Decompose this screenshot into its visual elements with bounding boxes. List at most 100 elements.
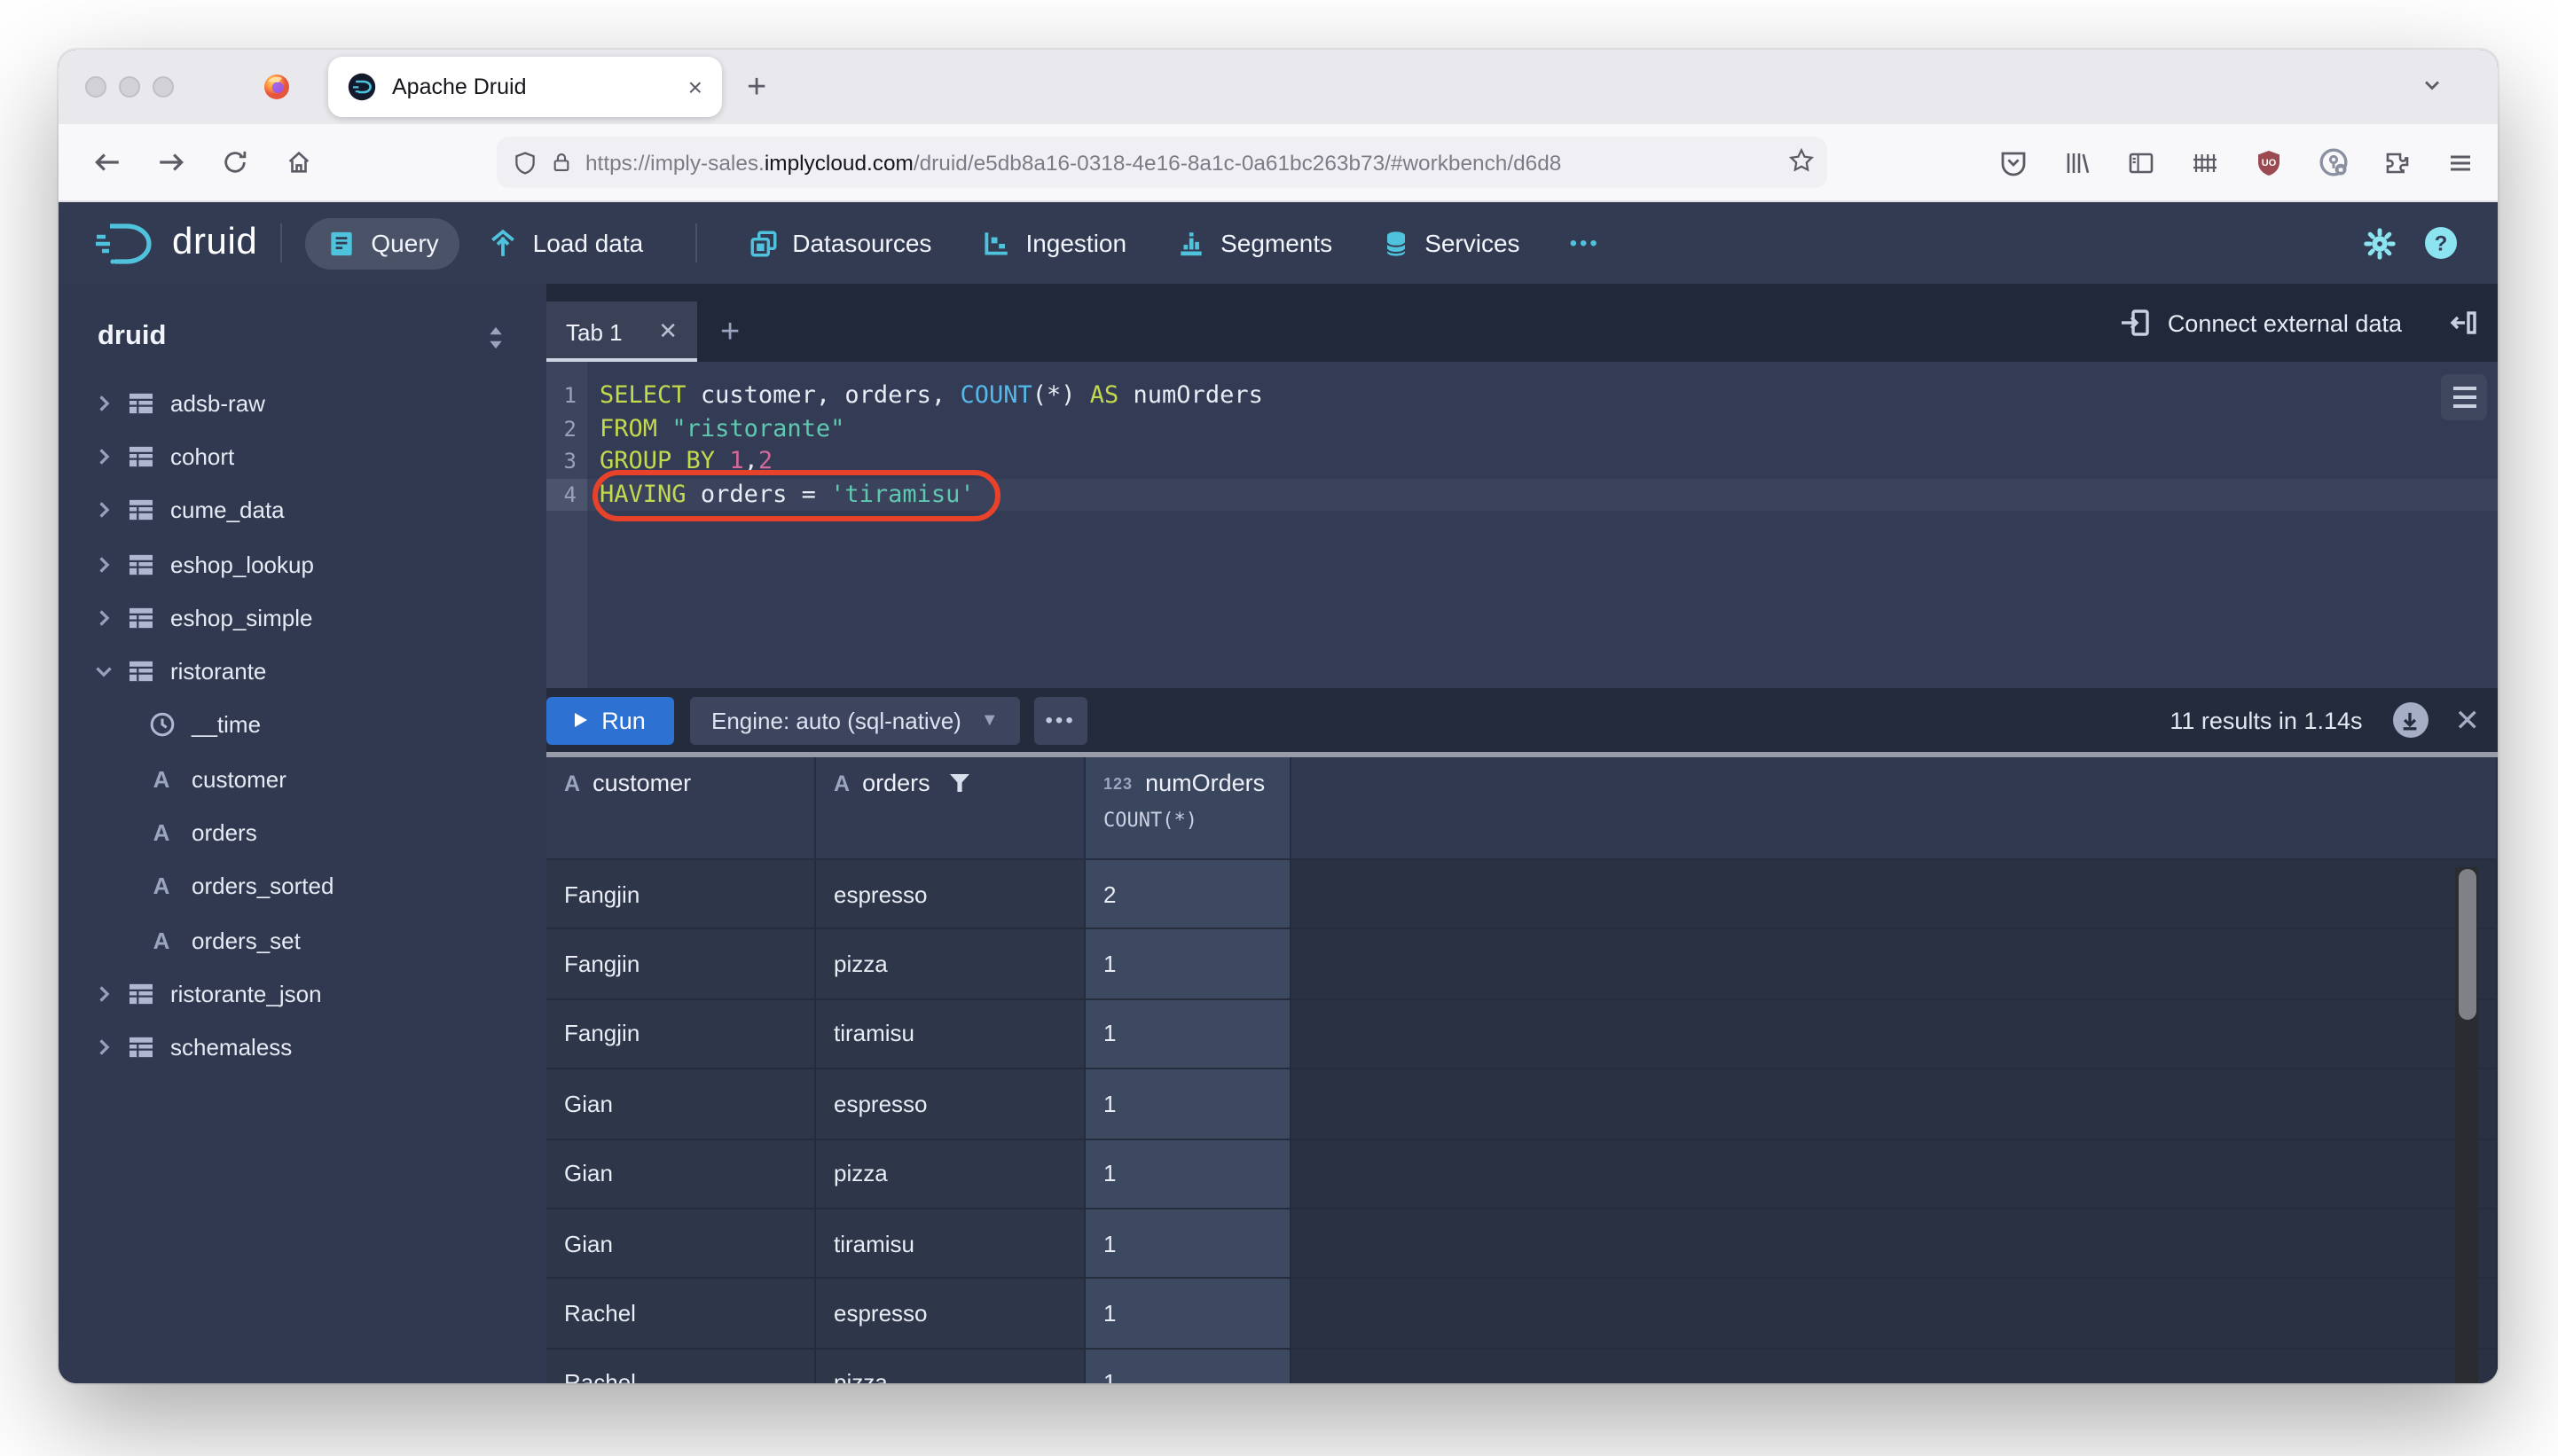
sidebar-item-ristorante_json[interactable]: ristorante_json bbox=[59, 967, 546, 1022]
cell-numOrders[interactable]: 1 bbox=[1086, 1349, 1291, 1383]
firefox-icon[interactable] bbox=[263, 73, 291, 101]
vertical-scrollbar[interactable] bbox=[2455, 867, 2478, 1383]
filter-icon[interactable] bbox=[950, 773, 971, 793]
new-browser-tab-button[interactable]: + bbox=[747, 70, 766, 104]
chevron-right-icon[interactable] bbox=[94, 554, 119, 574]
nav-item-datasources[interactable]: Datasources bbox=[726, 217, 953, 269]
sql-editor[interactable]: 1234 SELECT customer, orders, COUNT(*) A… bbox=[546, 362, 2498, 688]
sidebar-item-orders[interactable]: Aorders bbox=[59, 806, 546, 860]
ublock-icon[interactable]: UO bbox=[2242, 136, 2295, 189]
add-query-tab-button[interactable]: + bbox=[720, 316, 740, 349]
sidebar-item-adsb-raw[interactable]: adsb-raw bbox=[59, 376, 546, 430]
sidebar-item-customer[interactable]: Acustomer bbox=[59, 752, 546, 806]
column-header-orders[interactable]: Aorders bbox=[816, 757, 1086, 860]
sql-line-3[interactable]: GROUP BY 1,2 bbox=[587, 445, 2498, 478]
chevron-right-icon[interactable] bbox=[94, 393, 119, 412]
run-button[interactable]: Run bbox=[546, 696, 674, 744]
cell-numOrders[interactable]: 2 bbox=[1086, 860, 1291, 930]
cell-customer[interactable]: Gian bbox=[546, 1209, 816, 1280]
cell-orders[interactable]: pizza bbox=[816, 1139, 1086, 1209]
druid-logo-icon[interactable] bbox=[94, 219, 158, 267]
column-header-customer[interactable]: Acustomer bbox=[546, 757, 816, 860]
shield-permissions-icon[interactable] bbox=[513, 150, 537, 175]
library-icon[interactable] bbox=[2051, 136, 2104, 189]
chevron-right-icon[interactable] bbox=[94, 984, 119, 1004]
cell-orders[interactable]: tiramisu bbox=[816, 1209, 1086, 1280]
nav-item-ingestion[interactable]: Ingestion bbox=[960, 217, 1148, 269]
nav-item-load-data[interactable]: Load data bbox=[467, 217, 665, 269]
column-header-numOrders[interactable]: 123numOrdersCOUNT(*) bbox=[1086, 757, 1291, 860]
close-window-button[interactable] bbox=[85, 76, 106, 98]
bookmark-star-icon[interactable] bbox=[1788, 147, 1815, 174]
zoom-window-button[interactable] bbox=[153, 76, 174, 98]
cell-customer[interactable]: Gian bbox=[546, 1139, 816, 1209]
cell-customer[interactable]: Fangjin bbox=[546, 860, 816, 930]
sidebar-item-eshop_lookup[interactable]: eshop_lookup bbox=[59, 537, 546, 591]
cell-numOrders[interactable]: 1 bbox=[1086, 1280, 1291, 1350]
editor-code[interactable]: SELECT customer, orders, COUNT(*) AS num… bbox=[587, 362, 2498, 688]
chevron-down-icon[interactable] bbox=[94, 661, 119, 681]
home-icon[interactable] bbox=[271, 136, 325, 189]
menu-icon[interactable] bbox=[2434, 136, 2487, 189]
pocket-icon[interactable] bbox=[1987, 136, 2040, 189]
cell-numOrders[interactable]: 1 bbox=[1086, 1209, 1291, 1280]
engine-select[interactable]: Engine: auto (sql-native) ▼ bbox=[690, 696, 1020, 744]
query-more-button[interactable]: ••• bbox=[1034, 696, 1087, 744]
extensions-icon[interactable] bbox=[2370, 136, 2423, 189]
sidebar-item-ristorante[interactable]: ristorante bbox=[59, 645, 546, 699]
nav-item-query[interactable]: Query bbox=[305, 217, 459, 269]
chevron-right-icon[interactable] bbox=[94, 608, 119, 628]
chevron-right-icon[interactable] bbox=[94, 1037, 119, 1057]
close-results-icon[interactable]: ✕ bbox=[2455, 705, 2481, 735]
sql-line-4[interactable]: HAVING orders = 'tiramisu' bbox=[587, 479, 2498, 512]
help-icon[interactable]: ? bbox=[2423, 225, 2459, 261]
cell-orders[interactable]: tiramisu bbox=[816, 1000, 1086, 1070]
cell-customer[interactable]: Rachel bbox=[546, 1349, 816, 1383]
sidebar-item-cohort[interactable]: cohort bbox=[59, 430, 546, 484]
browser-tab[interactable]: Apache Druid × bbox=[328, 57, 722, 117]
cell-orders[interactable]: pizza bbox=[816, 930, 1086, 1000]
nav-item-segments[interactable]: Segments bbox=[1155, 217, 1354, 269]
minimize-window-button[interactable] bbox=[119, 76, 140, 98]
forward-icon[interactable] bbox=[144, 136, 197, 189]
cell-numOrders[interactable]: 1 bbox=[1086, 1069, 1291, 1139]
cell-numOrders[interactable]: 1 bbox=[1086, 1000, 1291, 1070]
chevron-right-icon[interactable] bbox=[94, 447, 119, 466]
cell-numOrders[interactable]: 1 bbox=[1086, 930, 1291, 1000]
chevron-right-icon[interactable] bbox=[94, 500, 119, 520]
cell-orders[interactable]: pizza bbox=[816, 1349, 1086, 1383]
url-bar[interactable]: https://imply-sales.implycloud.com/druid… bbox=[497, 137, 1827, 188]
reload-icon[interactable] bbox=[208, 136, 261, 189]
sql-line-1[interactable]: SELECT customer, orders, COUNT(*) AS num… bbox=[587, 380, 2498, 412]
connect-external-data-button[interactable]: Connect external data bbox=[2120, 307, 2402, 339]
sidebar-item-schemaless[interactable]: schemaless bbox=[59, 1021, 546, 1075]
settings-gear-icon[interactable] bbox=[2363, 226, 2397, 260]
nav-more-button[interactable]: ••• bbox=[1549, 220, 1621, 266]
sidebar-item-cume_data[interactable]: cume_data bbox=[59, 483, 546, 537]
sidebar-item-orders_sorted[interactable]: Aorders_sorted bbox=[59, 859, 546, 913]
lock-icon[interactable] bbox=[550, 151, 573, 174]
cell-numOrders[interactable]: 1 bbox=[1086, 1139, 1291, 1209]
back-icon[interactable] bbox=[80, 136, 133, 189]
collapse-panel-icon[interactable] bbox=[2448, 307, 2480, 339]
scrollbar-thumb[interactable] bbox=[2458, 869, 2476, 1020]
cell-orders[interactable]: espresso bbox=[816, 860, 1086, 930]
cell-orders[interactable]: espresso bbox=[816, 1069, 1086, 1139]
cell-customer[interactable]: Gian bbox=[546, 1069, 816, 1139]
close-tab-icon[interactable]: × bbox=[688, 74, 702, 99]
cell-customer[interactable]: Fangjin bbox=[546, 1000, 816, 1070]
sidebar-item-eshop_simple[interactable]: eshop_simple bbox=[59, 591, 546, 645]
editor-menu-icon[interactable] bbox=[2441, 374, 2487, 420]
sidebar-item-orders_set[interactable]: Aorders_set bbox=[59, 913, 546, 967]
download-results-icon[interactable] bbox=[2393, 702, 2429, 738]
query-tab[interactable]: Tab 1 ✕ bbox=[546, 301, 697, 362]
onepassword-icon[interactable] bbox=[2306, 136, 2359, 189]
tab-list-chevron-icon[interactable] bbox=[2420, 73, 2444, 98]
cell-orders[interactable]: espresso bbox=[816, 1280, 1086, 1350]
nav-item-services[interactable]: Services bbox=[1361, 217, 1541, 269]
sidebar-toggle-icon[interactable] bbox=[2115, 136, 2168, 189]
sql-line-2[interactable]: FROM "ristorante" bbox=[587, 412, 2498, 445]
sidebar-item-time[interactable]: __time bbox=[59, 699, 546, 753]
cell-customer[interactable]: Rachel bbox=[546, 1280, 816, 1350]
sort-toggle-icon[interactable] bbox=[484, 324, 507, 350]
